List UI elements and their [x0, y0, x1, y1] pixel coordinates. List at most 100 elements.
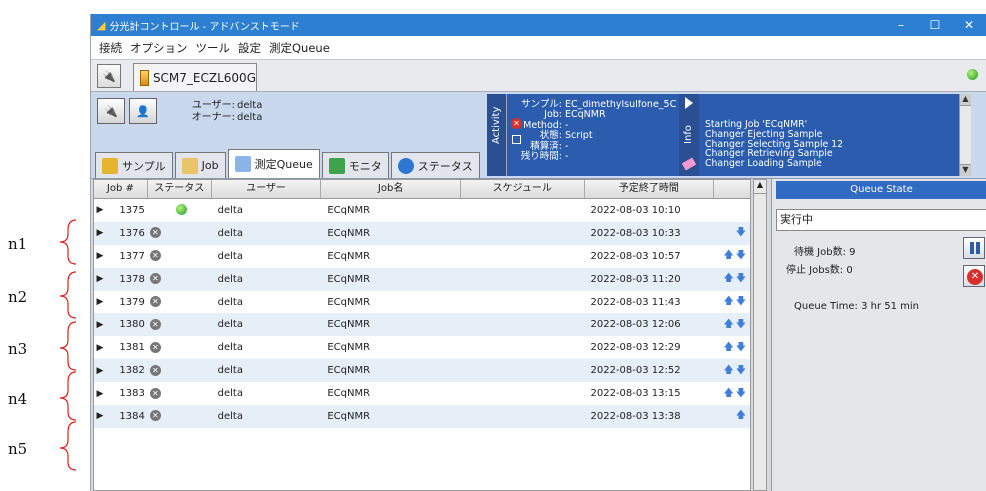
job-user: delta: [217, 227, 243, 239]
table-row[interactable]: ▶ 1378 ✕ delta ECqNMR 2022-08-03 11:20 🡅 🡇: [94, 267, 750, 291]
move-down-icon[interactable]: 🡇: [736, 297, 746, 307]
move-down-icon[interactable]: 🡇: [736, 274, 746, 284]
col-job-name[interactable]: Job名: [321, 180, 461, 198]
annotation-gutter: n1 n2 n3 n4 n5: [0, 0, 90, 491]
stop-queue-button[interactable]: ✕: [963, 265, 985, 287]
job-name: ECqNMR: [327, 296, 371, 308]
info-messages: Starting Job 'ECqNMR' Changer Ejecting S…: [705, 120, 843, 169]
scroll-down-icon[interactable]: ▼: [960, 164, 971, 176]
move-down-icon[interactable]: 🡇: [736, 228, 746, 238]
stopped-value: 0: [846, 265, 853, 276]
menu-connect[interactable]: 接続: [95, 40, 126, 56]
table-row[interactable]: ▶ 1382 ✕ delta ECqNMR 2022-08-03 12:52 🡅 🡇: [94, 359, 750, 383]
activity-value: -: [565, 152, 569, 163]
move-up-icon[interactable]: 🡅: [723, 297, 733, 307]
job-end-time: 2022-08-03 10:33: [590, 227, 681, 239]
user-button[interactable]: 👤: [129, 98, 157, 124]
tab-sample[interactable]: サンプル: [95, 152, 173, 178]
expand-row-icon[interactable]: ▶: [94, 343, 106, 353]
queue-content: Job # ステータス ユーザー Job名 スケジュール 予定終了時間 ▶ 137…: [91, 179, 986, 491]
job-end-time: 2022-08-03 10:57: [590, 250, 681, 262]
move-up-icon[interactable]: 🡅: [723, 388, 733, 399]
disconnect-button[interactable]: 🔌: [97, 98, 125, 124]
pause-queue-button[interactable]: [963, 237, 985, 259]
table-row[interactable]: ▶ 1376 ✕ delta ECqNMR 2022-08-03 10:33 🡇: [94, 221, 750, 245]
sample-tube-icon: [102, 157, 118, 174]
expand-row-icon[interactable]: ▶: [94, 274, 106, 284]
close-button[interactable]: ✕: [952, 18, 986, 32]
spectrometer-icon: [140, 69, 149, 86]
waiting-value: 9: [849, 247, 856, 258]
move-controls: 🡅: [714, 411, 750, 421]
tab-status[interactable]: ステータス: [390, 152, 480, 178]
move-up-icon[interactable]: 🡅: [736, 411, 746, 421]
table-row[interactable]: ▶ 1384 ✕ delta ECqNMR 2022-08-03 13:38 🡅: [94, 405, 750, 428]
col-status[interactable]: ステータス: [148, 180, 212, 198]
job-user: delta: [217, 273, 243, 285]
move-controls: 🡅 🡇: [714, 319, 750, 330]
expand-row-icon[interactable]: ▶: [94, 411, 106, 421]
col-job-number[interactable]: Job #: [94, 180, 148, 198]
table-row[interactable]: ▶ 1380 ✕ delta ECqNMR 2022-08-03 12:06 🡅 🡇: [94, 313, 750, 337]
queue-state-value[interactable]: 実行中: [776, 209, 986, 231]
wave-icon: [328, 157, 345, 174]
job-number: 1384: [119, 410, 145, 422]
move-up-icon[interactable]: 🡅: [723, 365, 733, 376]
expand-row-icon[interactable]: ▶: [94, 297, 106, 307]
col-user[interactable]: ユーザー: [212, 180, 322, 198]
new-session-button[interactable]: 🔌: [97, 64, 121, 88]
queue-state-panel: Queue State 実行中 待機 Job数: 9 停止 Jobs数: 0 Q…: [771, 179, 986, 491]
session-tab[interactable]: SCM7_ECZL600G: [133, 63, 257, 91]
menu-options[interactable]: オプション: [126, 40, 192, 56]
user-icon: 👤: [136, 104, 150, 118]
move-up-icon[interactable]: 🡅: [723, 274, 733, 284]
table-row[interactable]: ▶ 1375 delta ECqNMR 2022-08-03 10:10: [94, 199, 750, 222]
job-end-time: 2022-08-03 11:43: [590, 296, 681, 308]
app-window: ◢ 分光計コントロール - アドバンストモード – ☐ ✕ 接続 オプション ツ…: [90, 14, 986, 491]
expand-row-icon[interactable]: ▶: [94, 366, 106, 376]
table-scrollbar[interactable]: ▲: [753, 179, 767, 491]
move-down-icon[interactable]: 🡇: [736, 342, 746, 353]
move-controls: 🡅 🡇: [714, 297, 750, 307]
queue-table: Job # ステータス ユーザー Job名 スケジュール 予定終了時間 ▶ 137…: [93, 179, 751, 491]
info-scrollbar[interactable]: ▲ ▼: [959, 94, 971, 176]
tab-monitor[interactable]: モニタ: [321, 152, 389, 178]
col-end-time[interactable]: 予定終了時間: [585, 180, 715, 198]
expand-row-icon[interactable]: ▶: [94, 205, 106, 215]
move-up-icon[interactable]: 🡅: [723, 319, 733, 330]
move-down-icon[interactable]: 🡇: [736, 251, 746, 261]
move-down-icon[interactable]: 🡇: [736, 388, 746, 399]
play-icon[interactable]: [685, 97, 693, 109]
annotation-n5: n5: [8, 440, 28, 458]
maximize-button[interactable]: ☐: [918, 18, 952, 32]
table-row[interactable]: ▶ 1379 ✕ delta ECqNMR 2022-08-03 11:43 🡅 🡇: [94, 291, 750, 314]
menu-settings[interactable]: 設定: [234, 40, 265, 56]
expand-row-icon[interactable]: ▶: [94, 228, 106, 238]
move-up-icon[interactable]: 🡅: [723, 342, 733, 353]
queue-state-header: Queue State: [776, 181, 986, 199]
scroll-up-icon[interactable]: ▲: [754, 180, 766, 194]
move-up-icon[interactable]: 🡅: [723, 251, 733, 261]
tab-queue[interactable]: 測定Queue: [227, 149, 320, 178]
activity-rows: サンプル: EC_dimethylsulfone_5C Job: ECqNMR Me…: [511, 99, 677, 163]
table-row[interactable]: ▶ 1377 ✕ delta ECqNMR 2022-08-03 10:57 🡅 🡇: [94, 245, 750, 268]
table-row[interactable]: ▶ 1381 ✕ delta ECqNMR 2022-08-03 12:29 🡅 🡇: [94, 336, 750, 359]
eraser-icon[interactable]: [681, 157, 697, 171]
status-waiting-icon: ✕: [149, 410, 161, 422]
job-name: ECqNMR: [327, 342, 371, 354]
expand-row-icon[interactable]: ▶: [94, 320, 106, 330]
minimize-button[interactable]: –: [884, 18, 918, 32]
activity-label-bar: Activity: [487, 94, 507, 176]
table-row[interactable]: ▶ 1383 ✕ delta ECqNMR 2022-08-03 13:15 🡅 🡇: [94, 382, 750, 405]
job-number: 1376: [119, 227, 145, 239]
col-schedule[interactable]: スケジュール: [461, 180, 585, 198]
menu-tools[interactable]: ツール: [192, 40, 235, 56]
tab-job[interactable]: Job: [174, 152, 226, 178]
expand-row-icon[interactable]: ▶: [94, 389, 106, 399]
scroll-up-icon[interactable]: ▲: [960, 94, 971, 106]
move-down-icon[interactable]: 🡇: [736, 319, 746, 330]
stopped-label: 停止 Jobs数:: [786, 265, 844, 276]
menu-queue[interactable]: 測定Queue: [265, 40, 334, 56]
move-down-icon[interactable]: 🡇: [736, 365, 746, 376]
expand-row-icon[interactable]: ▶: [94, 251, 106, 261]
